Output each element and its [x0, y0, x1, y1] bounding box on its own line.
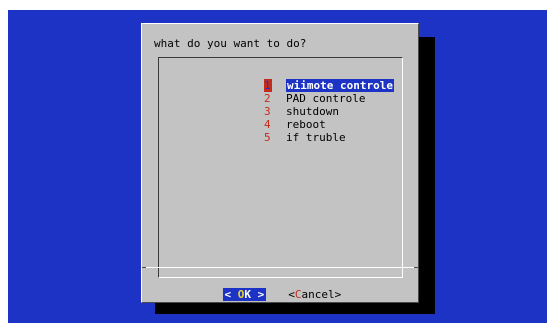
cancel-label-rest: ancel: [301, 288, 335, 301]
menu-item-tag: 3: [263, 105, 271, 118]
ok-bracket-right: >: [251, 288, 265, 301]
ok-bracket-left: <: [224, 288, 238, 301]
menu-list: 1 wiimote controle 2 PAD controle 3 shutdow…: [211, 66, 394, 144]
cancel-bracket-left: <: [288, 288, 295, 301]
menu-item-label: reboot: [285, 118, 326, 131]
ok-button[interactable]: < OK >: [222, 288, 267, 301]
menu-item-label: shutdown: [285, 105, 339, 118]
dialog-prompt: what do you want to do?: [154, 37, 307, 50]
menu-box: 1 wiimote controle 2 PAD controle 3 shutdow…: [158, 57, 403, 278]
separator-notch-left: [142, 267, 146, 268]
menu-item-tag: 1: [263, 79, 272, 92]
cancel-button[interactable]: <Cancel>: [288, 288, 341, 301]
button-separator: [142, 267, 418, 268]
menu-item-1[interactable]: 1 wiimote controle: [211, 66, 394, 92]
cancel-hotkey: C: [294, 288, 302, 301]
separator-notch-right: [414, 267, 418, 268]
menu-item-label: PAD controle: [285, 92, 366, 105]
cancel-bracket-right: >: [334, 288, 342, 301]
menu-item-label: if truble: [285, 131, 346, 144]
button-row: < OK > <Cancel>: [196, 275, 341, 314]
ok-label-rest: K: [244, 288, 251, 301]
menu-dialog: what do you want to do? 1 wiimote control…: [141, 23, 419, 303]
menu-item-tag: 5: [263, 131, 271, 144]
menu-item-tag: 4: [263, 118, 271, 131]
menu-item-tag: 2: [263, 92, 271, 105]
menu-item-label: wiimote controle: [285, 79, 394, 92]
